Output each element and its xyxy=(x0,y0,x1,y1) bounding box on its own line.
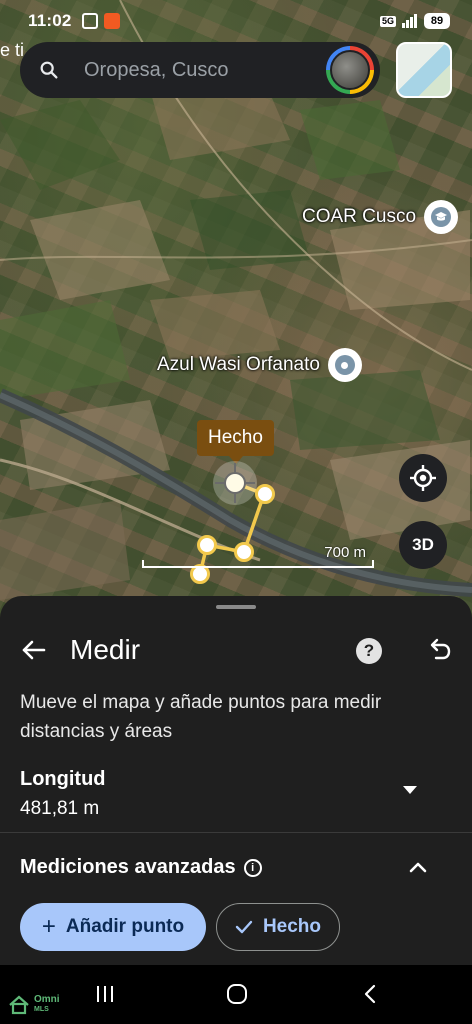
undo-icon[interactable] xyxy=(424,636,454,666)
search-icon xyxy=(40,61,58,79)
my-location-button[interactable] xyxy=(399,454,447,502)
system-nav-bar: Omni MLS xyxy=(0,965,472,1024)
watermark-line2: MLS xyxy=(34,1006,49,1013)
omni-mls-watermark: Omni MLS xyxy=(8,995,60,1015)
check-icon xyxy=(235,920,253,934)
network-type: 5G xyxy=(379,15,396,27)
done-label: Hecho xyxy=(262,916,322,937)
sheet-drag-handle[interactable] xyxy=(216,605,256,609)
place-label: COAR Cusco xyxy=(302,206,417,227)
scale-label: 700 m xyxy=(324,544,366,561)
chevron-up-icon[interactable] xyxy=(408,860,428,874)
length-value: 481,81 m xyxy=(20,798,100,819)
place-label: Azul Wasi Orfanato xyxy=(157,354,320,375)
search-input[interactable] xyxy=(84,58,304,82)
battery-level: 89 xyxy=(424,13,450,29)
chevron-down-icon[interactable] xyxy=(403,786,417,794)
house-logo-icon xyxy=(9,995,29,1015)
layers-button[interactable] xyxy=(396,42,452,98)
screenshot-icon xyxy=(81,13,98,29)
advanced-label: Mediciones avanzadas xyxy=(20,856,236,878)
place-pin-icon xyxy=(327,348,362,382)
crosshair-icon xyxy=(213,461,257,505)
my-location-icon xyxy=(410,465,436,491)
add-point-button[interactable]: + Añadir punto xyxy=(20,903,206,951)
back-icon[interactable] xyxy=(360,983,380,1005)
status-time: 11:02 xyxy=(28,11,72,30)
help-icon[interactable]: ? xyxy=(356,638,382,664)
measure-point[interactable] xyxy=(255,484,275,504)
status-bar: 11:02 5G 89 xyxy=(0,0,472,42)
sheet-header: Medir ? xyxy=(0,626,472,674)
measure-description: Mueve el mapa y añade puntos para medir … xyxy=(20,692,382,742)
divider xyxy=(0,832,472,833)
app-notification-icon xyxy=(103,13,120,29)
action-bar: + Añadir punto Hecho xyxy=(0,885,472,965)
3d-button[interactable]: 3D xyxy=(399,521,447,569)
place-azul-wasi[interactable]: Azul Wasi Orfanato xyxy=(157,348,362,382)
done-button[interactable]: Hecho xyxy=(216,903,340,951)
info-icon[interactable]: i xyxy=(243,858,262,877)
account-avatar[interactable] xyxy=(326,46,374,94)
plus-icon: + xyxy=(41,913,56,940)
advanced-measurements-toggle[interactable]: Mediciones avanzadas i xyxy=(20,856,262,879)
home-icon[interactable] xyxy=(225,983,249,1005)
add-point-label: Añadir punto xyxy=(65,916,185,937)
signal-icon xyxy=(402,14,418,28)
place-coar-cusco[interactable]: COAR Cusco xyxy=(302,200,459,234)
watermark-line1: Omni xyxy=(34,994,60,1005)
scale-bar xyxy=(142,560,374,568)
school-pin-icon xyxy=(424,200,459,234)
done-tooltip[interactable]: Hecho xyxy=(197,420,274,464)
map-edge-text: e ti xyxy=(0,40,25,60)
search-bar[interactable] xyxy=(20,42,380,98)
sheet-title: Medir xyxy=(70,634,141,665)
recent-apps-icon[interactable] xyxy=(94,983,116,1005)
back-arrow-icon[interactable] xyxy=(18,634,50,666)
map-scale: 700 m xyxy=(142,544,374,570)
length-label: Longitud xyxy=(20,768,106,790)
